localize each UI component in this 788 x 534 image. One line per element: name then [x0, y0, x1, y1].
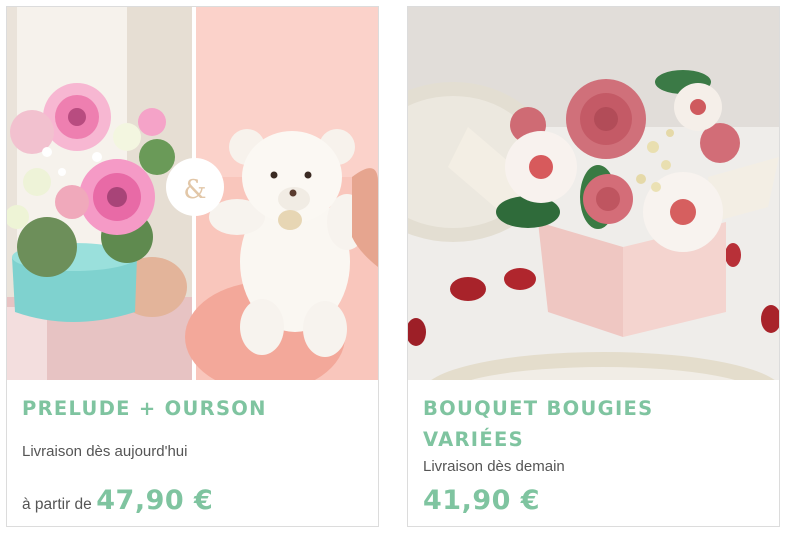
product-title[interactable]: BOUQUET BOUGIES VARIÉES — [423, 393, 753, 455]
product-card-bouquet-bougies[interactable]: BOUQUET BOUGIES VARIÉES Livraison dès de… — [407, 6, 780, 527]
product-image-prelude-ourson[interactable]: & — [7, 7, 378, 380]
product-image-bouquet-bougies[interactable] — [408, 7, 779, 380]
price-row: 41,90 € — [423, 485, 540, 516]
price-prefix: à partir de — [22, 496, 92, 513]
product-card-prelude-ourson[interactable]: & PRELUDE + OURSON Livraison dès aujourd… — [6, 6, 379, 527]
price-row: à partir de 47,90 € — [22, 485, 213, 516]
delivery-info: Livraison dès demain — [423, 458, 565, 475]
bouquet-and-teddy-photo: & — [7, 7, 378, 380]
candle-bouquet-photo — [408, 7, 779, 380]
product-title[interactable]: PRELUDE + OURSON — [22, 393, 352, 424]
price: 41,90 € — [423, 485, 541, 516]
delivery-info: Livraison dès aujourd'hui — [22, 443, 188, 460]
ampersand-symbol: & — [183, 175, 206, 205]
price: 47,90 € — [96, 485, 214, 516]
